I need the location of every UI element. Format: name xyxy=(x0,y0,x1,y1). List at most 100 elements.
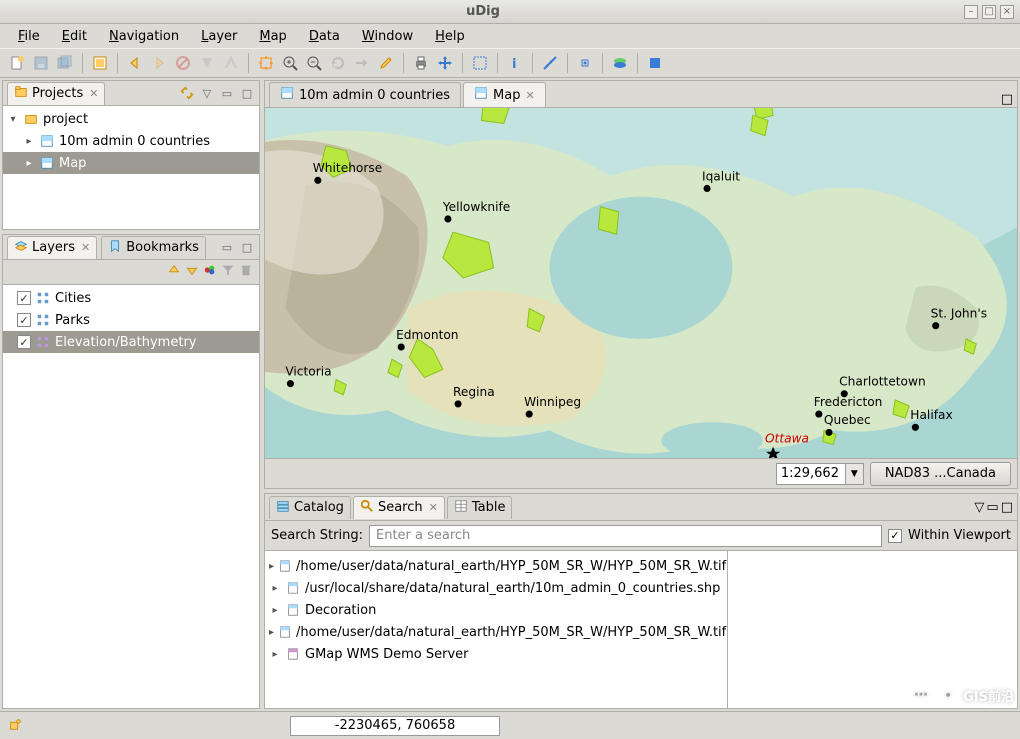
move-down-icon[interactable] xyxy=(185,263,199,281)
expand-arrow-icon[interactable]: ▾ xyxy=(7,114,19,125)
menu-file[interactable]: File xyxy=(8,26,50,47)
stop-icon[interactable] xyxy=(644,52,666,74)
edit-icon[interactable] xyxy=(375,52,397,74)
close-icon[interactable]: ✕ xyxy=(81,241,90,254)
window-close-button[interactable]: × xyxy=(1000,5,1014,19)
goto-icon[interactable] xyxy=(351,52,373,74)
tool-a-icon[interactable] xyxy=(196,52,218,74)
bookmarks-tab[interactable]: Bookmarks xyxy=(101,236,206,259)
within-viewport-checkbox[interactable]: ✓ xyxy=(888,529,902,543)
cancel-icon[interactable] xyxy=(172,52,194,74)
layer-item[interactable]: ✓ Parks xyxy=(3,309,259,331)
city-dot[interactable] xyxy=(526,411,533,418)
city-dot[interactable] xyxy=(287,380,294,387)
select-rect-icon[interactable] xyxy=(469,52,491,74)
view-menu-icon[interactable]: ▽ xyxy=(974,500,984,515)
tool-b-icon[interactable] xyxy=(220,52,242,74)
layer-tool-icon[interactable] xyxy=(609,52,631,74)
search-result-item[interactable]: ▸ Decoration xyxy=(265,599,727,621)
layer-checkbox[interactable]: ✓ xyxy=(17,313,31,327)
style-icon[interactable] xyxy=(203,263,217,281)
window-minimize-button[interactable]: – xyxy=(964,5,978,19)
save-all-icon[interactable] xyxy=(54,52,76,74)
move-up-icon[interactable] xyxy=(167,263,181,281)
close-icon[interactable]: ✕ xyxy=(429,501,438,514)
layers-tab[interactable]: Layers ✕ xyxy=(7,236,97,259)
scale-combo[interactable]: ▼ xyxy=(776,463,864,485)
close-icon[interactable]: ✕ xyxy=(525,89,534,102)
city-dot[interactable] xyxy=(398,343,405,350)
expand-arrow-icon[interactable]: ▸ xyxy=(23,158,35,169)
menu-window[interactable]: Window xyxy=(352,26,423,47)
minimize-icon[interactable]: ▭ xyxy=(986,500,998,515)
search-result-item[interactable]: ▸ GMap WMS Demo Server xyxy=(265,643,727,665)
expand-arrow-icon[interactable]: ▸ xyxy=(269,605,281,616)
editor-tab[interactable]: Map ✕ xyxy=(463,82,546,107)
minimize-icon[interactable]: ▭ xyxy=(219,239,235,255)
table-tab[interactable]: Table xyxy=(447,496,513,519)
info-icon[interactable]: i xyxy=(504,52,526,74)
search-tab[interactable]: Search ✕ xyxy=(353,496,445,519)
projects-tab[interactable]: Projects ✕ xyxy=(7,82,105,105)
menu-help[interactable]: Help xyxy=(425,26,475,47)
menu-map[interactable]: Map xyxy=(249,26,296,47)
maximize-icon[interactable]: □ xyxy=(1001,92,1013,107)
new-icon[interactable] xyxy=(6,52,28,74)
expand-arrow-icon[interactable]: ▸ xyxy=(269,627,274,638)
scale-input[interactable] xyxy=(776,463,846,485)
menu-data[interactable]: Data xyxy=(299,26,350,47)
maximize-icon[interactable]: □ xyxy=(1001,500,1013,515)
menu-layer[interactable]: Layer xyxy=(191,26,247,47)
zoom-in-icon[interactable] xyxy=(279,52,301,74)
measure-icon[interactable] xyxy=(539,52,561,74)
maximize-icon[interactable]: □ xyxy=(239,239,255,255)
city-dot[interactable] xyxy=(825,429,832,436)
editor-tab[interactable]: 10m admin 0 countries xyxy=(269,82,461,107)
scale-dropdown-icon[interactable]: ▼ xyxy=(846,463,864,485)
project-item[interactable]: ▸ Map xyxy=(3,152,259,174)
city-dot[interactable] xyxy=(932,322,939,329)
expand-arrow-icon[interactable]: ▸ xyxy=(23,136,35,147)
layer-item[interactable]: ✓ Elevation/Bathymetry xyxy=(3,331,259,353)
city-dot[interactable] xyxy=(703,185,710,192)
link-icon[interactable] xyxy=(179,85,195,101)
zoom-extent-icon[interactable] xyxy=(255,52,277,74)
city-dot[interactable] xyxy=(314,177,321,184)
maximize-icon[interactable]: □ xyxy=(239,85,255,101)
menu-edit[interactable]: Edit xyxy=(52,26,97,47)
filter-icon[interactable] xyxy=(221,263,235,281)
city-dot[interactable] xyxy=(815,411,822,418)
crs-button[interactable]: NAD83 ...Canada xyxy=(870,462,1011,486)
refresh-icon[interactable] xyxy=(327,52,349,74)
open-map-icon[interactable] xyxy=(89,52,111,74)
coordinate-display[interactable]: -2230465, 760658 xyxy=(290,716,500,736)
map-canvas[interactable]: WhitehorseIqaluitYellowknifeSt. John'sEd… xyxy=(265,107,1017,458)
pan-icon[interactable] xyxy=(434,52,456,74)
print-icon[interactable] xyxy=(410,52,432,74)
expand-arrow-icon[interactable]: ▸ xyxy=(269,561,274,572)
search-input[interactable] xyxy=(369,525,882,547)
view-menu-icon[interactable]: ▽ xyxy=(199,85,215,101)
search-result-item[interactable]: ▸ /home/user/data/natural_earth/HYP_50M_… xyxy=(265,621,727,643)
minimize-icon[interactable]: ▭ xyxy=(219,85,235,101)
search-result-item[interactable]: ▸ /usr/local/share/data/natural_earth/10… xyxy=(265,577,727,599)
window-maximize-button[interactable]: □ xyxy=(982,5,996,19)
project-item[interactable]: ▸ 10m admin 0 countries xyxy=(3,130,259,152)
delete-icon[interactable] xyxy=(239,263,253,281)
menu-navigation[interactable]: Navigation xyxy=(99,26,189,47)
forward-icon[interactable] xyxy=(148,52,170,74)
save-icon[interactable] xyxy=(30,52,52,74)
catalog-tab[interactable]: Catalog xyxy=(269,496,351,519)
back-icon[interactable] xyxy=(124,52,146,74)
layer-checkbox[interactable]: ✓ xyxy=(17,335,31,349)
project-root[interactable]: ▾ project xyxy=(3,108,259,130)
search-result-item[interactable]: ▸ /home/user/data/natural_earth/HYP_50M_… xyxy=(265,555,727,577)
close-icon[interactable]: ✕ xyxy=(89,87,98,100)
expand-arrow-icon[interactable]: ▸ xyxy=(269,649,281,660)
layer-item[interactable]: ✓ Cities xyxy=(3,287,259,309)
city-dot[interactable] xyxy=(444,215,451,222)
snap-icon[interactable] xyxy=(574,52,596,74)
layer-checkbox[interactable]: ✓ xyxy=(17,291,31,305)
city-dot[interactable] xyxy=(455,400,462,407)
city-dot[interactable] xyxy=(912,424,919,431)
